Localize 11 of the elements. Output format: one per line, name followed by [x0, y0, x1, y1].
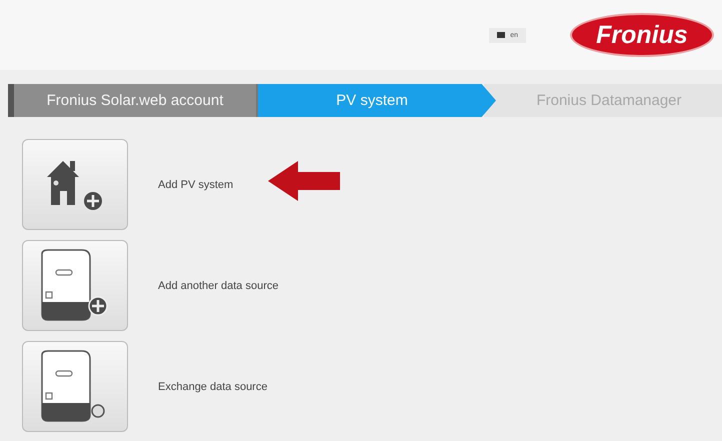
wizard-step: Fronius Solar.web account: [8, 84, 258, 117]
action-button[interactable]: [22, 139, 128, 230]
logo: Fronius: [570, 13, 714, 57]
action-button[interactable]: [22, 240, 128, 331]
action-label: Add another data source: [158, 280, 278, 292]
wizard-step: Fronius Datamanager: [484, 84, 722, 117]
action-label: Exchange data source: [158, 380, 268, 392]
action-label: Add PV system: [158, 178, 234, 190]
flag-icon: [497, 32, 506, 38]
action-button[interactable]: [22, 341, 128, 432]
wizard-step: PV system: [258, 84, 496, 117]
